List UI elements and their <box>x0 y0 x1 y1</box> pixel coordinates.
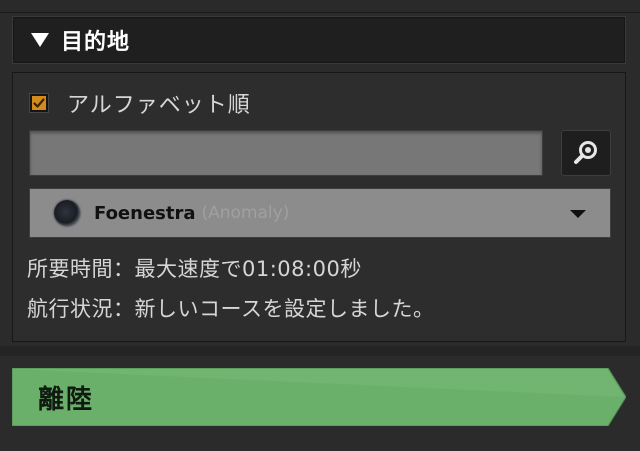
planet-icon <box>54 200 80 226</box>
checkmark-icon <box>32 96 46 110</box>
triangle-down-icon[interactable] <box>31 33 49 47</box>
section-title: 目的地 <box>61 30 131 55</box>
launch-label: 離陸 <box>38 384 95 415</box>
travel-time-text: 所要時間：最大速度で01:08:00秒 <box>27 257 362 281</box>
alphabetical-checkbox[interactable] <box>29 93 49 113</box>
top-edge <box>0 0 640 13</box>
divider <box>0 346 640 356</box>
launch-area: 離陸 <box>12 368 626 426</box>
launch-button[interactable]: 離陸 <box>12 368 626 426</box>
destination-panel: 目的地 アルファベット順 Foenestra (Anomaly) 所要時間：最大… <box>0 0 640 451</box>
chevron-down-icon[interactable] <box>570 210 586 218</box>
magnifier-icon <box>574 141 597 164</box>
nav-status-text: 航行状況：新しいコースを設定しました。 <box>27 297 435 321</box>
search-button[interactable] <box>561 130 611 176</box>
section-header-destination[interactable]: 目的地 <box>12 16 626 64</box>
alphabetical-option[interactable]: アルファベット順 <box>29 87 251 119</box>
destination-type: (Anomaly) <box>201 203 290 223</box>
destination-select[interactable]: Foenestra (Anomaly) <box>29 188 611 238</box>
destination-name: Foenestra <box>94 202 196 224</box>
destination-body: アルファベット順 Foenestra (Anomaly) 所要時間：最大速度で0… <box>12 72 626 342</box>
search-input[interactable] <box>29 130 543 176</box>
alphabetical-label: アルファベット順 <box>67 93 251 118</box>
